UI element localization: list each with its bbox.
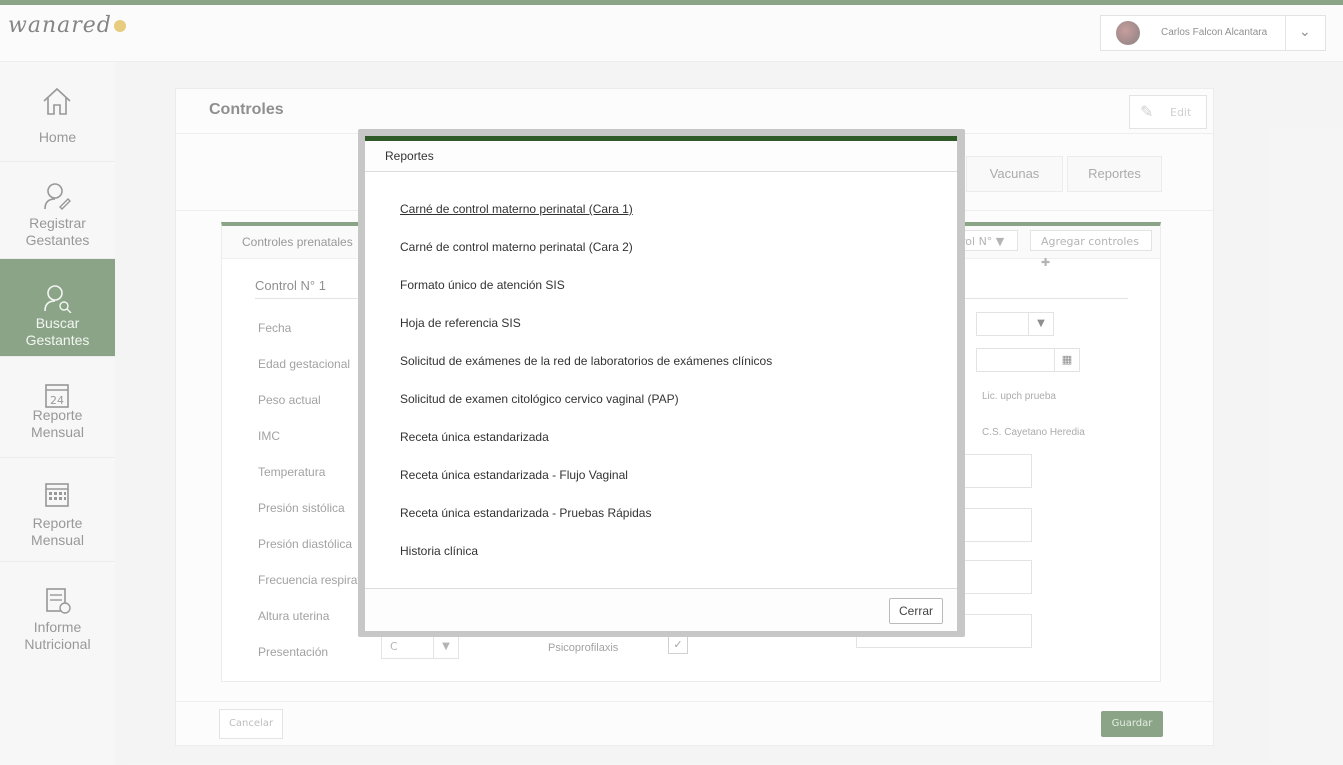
report-link[interactable]: Historia clínica (400, 544, 478, 558)
report-link[interactable]: Formato único de atención SIS (400, 278, 565, 292)
report-link[interactable]: Solicitud de exámenes de la red de labor… (400, 354, 772, 368)
report-link[interactable]: Carné de control materno perinatal (Cara… (400, 240, 633, 254)
report-link[interactable]: Carné de control materno perinatal (Cara… (400, 202, 633, 216)
report-link[interactable]: Receta única estandarizada - Pruebas Ráp… (400, 506, 651, 520)
report-link[interactable]: Receta única estandarizada (400, 430, 549, 444)
report-link[interactable]: Solicitud de examen citológico cervico v… (400, 392, 679, 406)
report-link[interactable]: Receta única estandarizada - Flujo Vagin… (400, 468, 628, 482)
modal-header: Reportes (365, 141, 957, 172)
reportes-modal: Reportes Carné de control materno perina… (365, 136, 957, 631)
modal-footer: Cerrar (365, 588, 957, 631)
modal-title: Reportes (385, 149, 434, 163)
report-link[interactable]: Hoja de referencia SIS (400, 316, 521, 330)
close-button[interactable]: Cerrar (889, 598, 943, 624)
